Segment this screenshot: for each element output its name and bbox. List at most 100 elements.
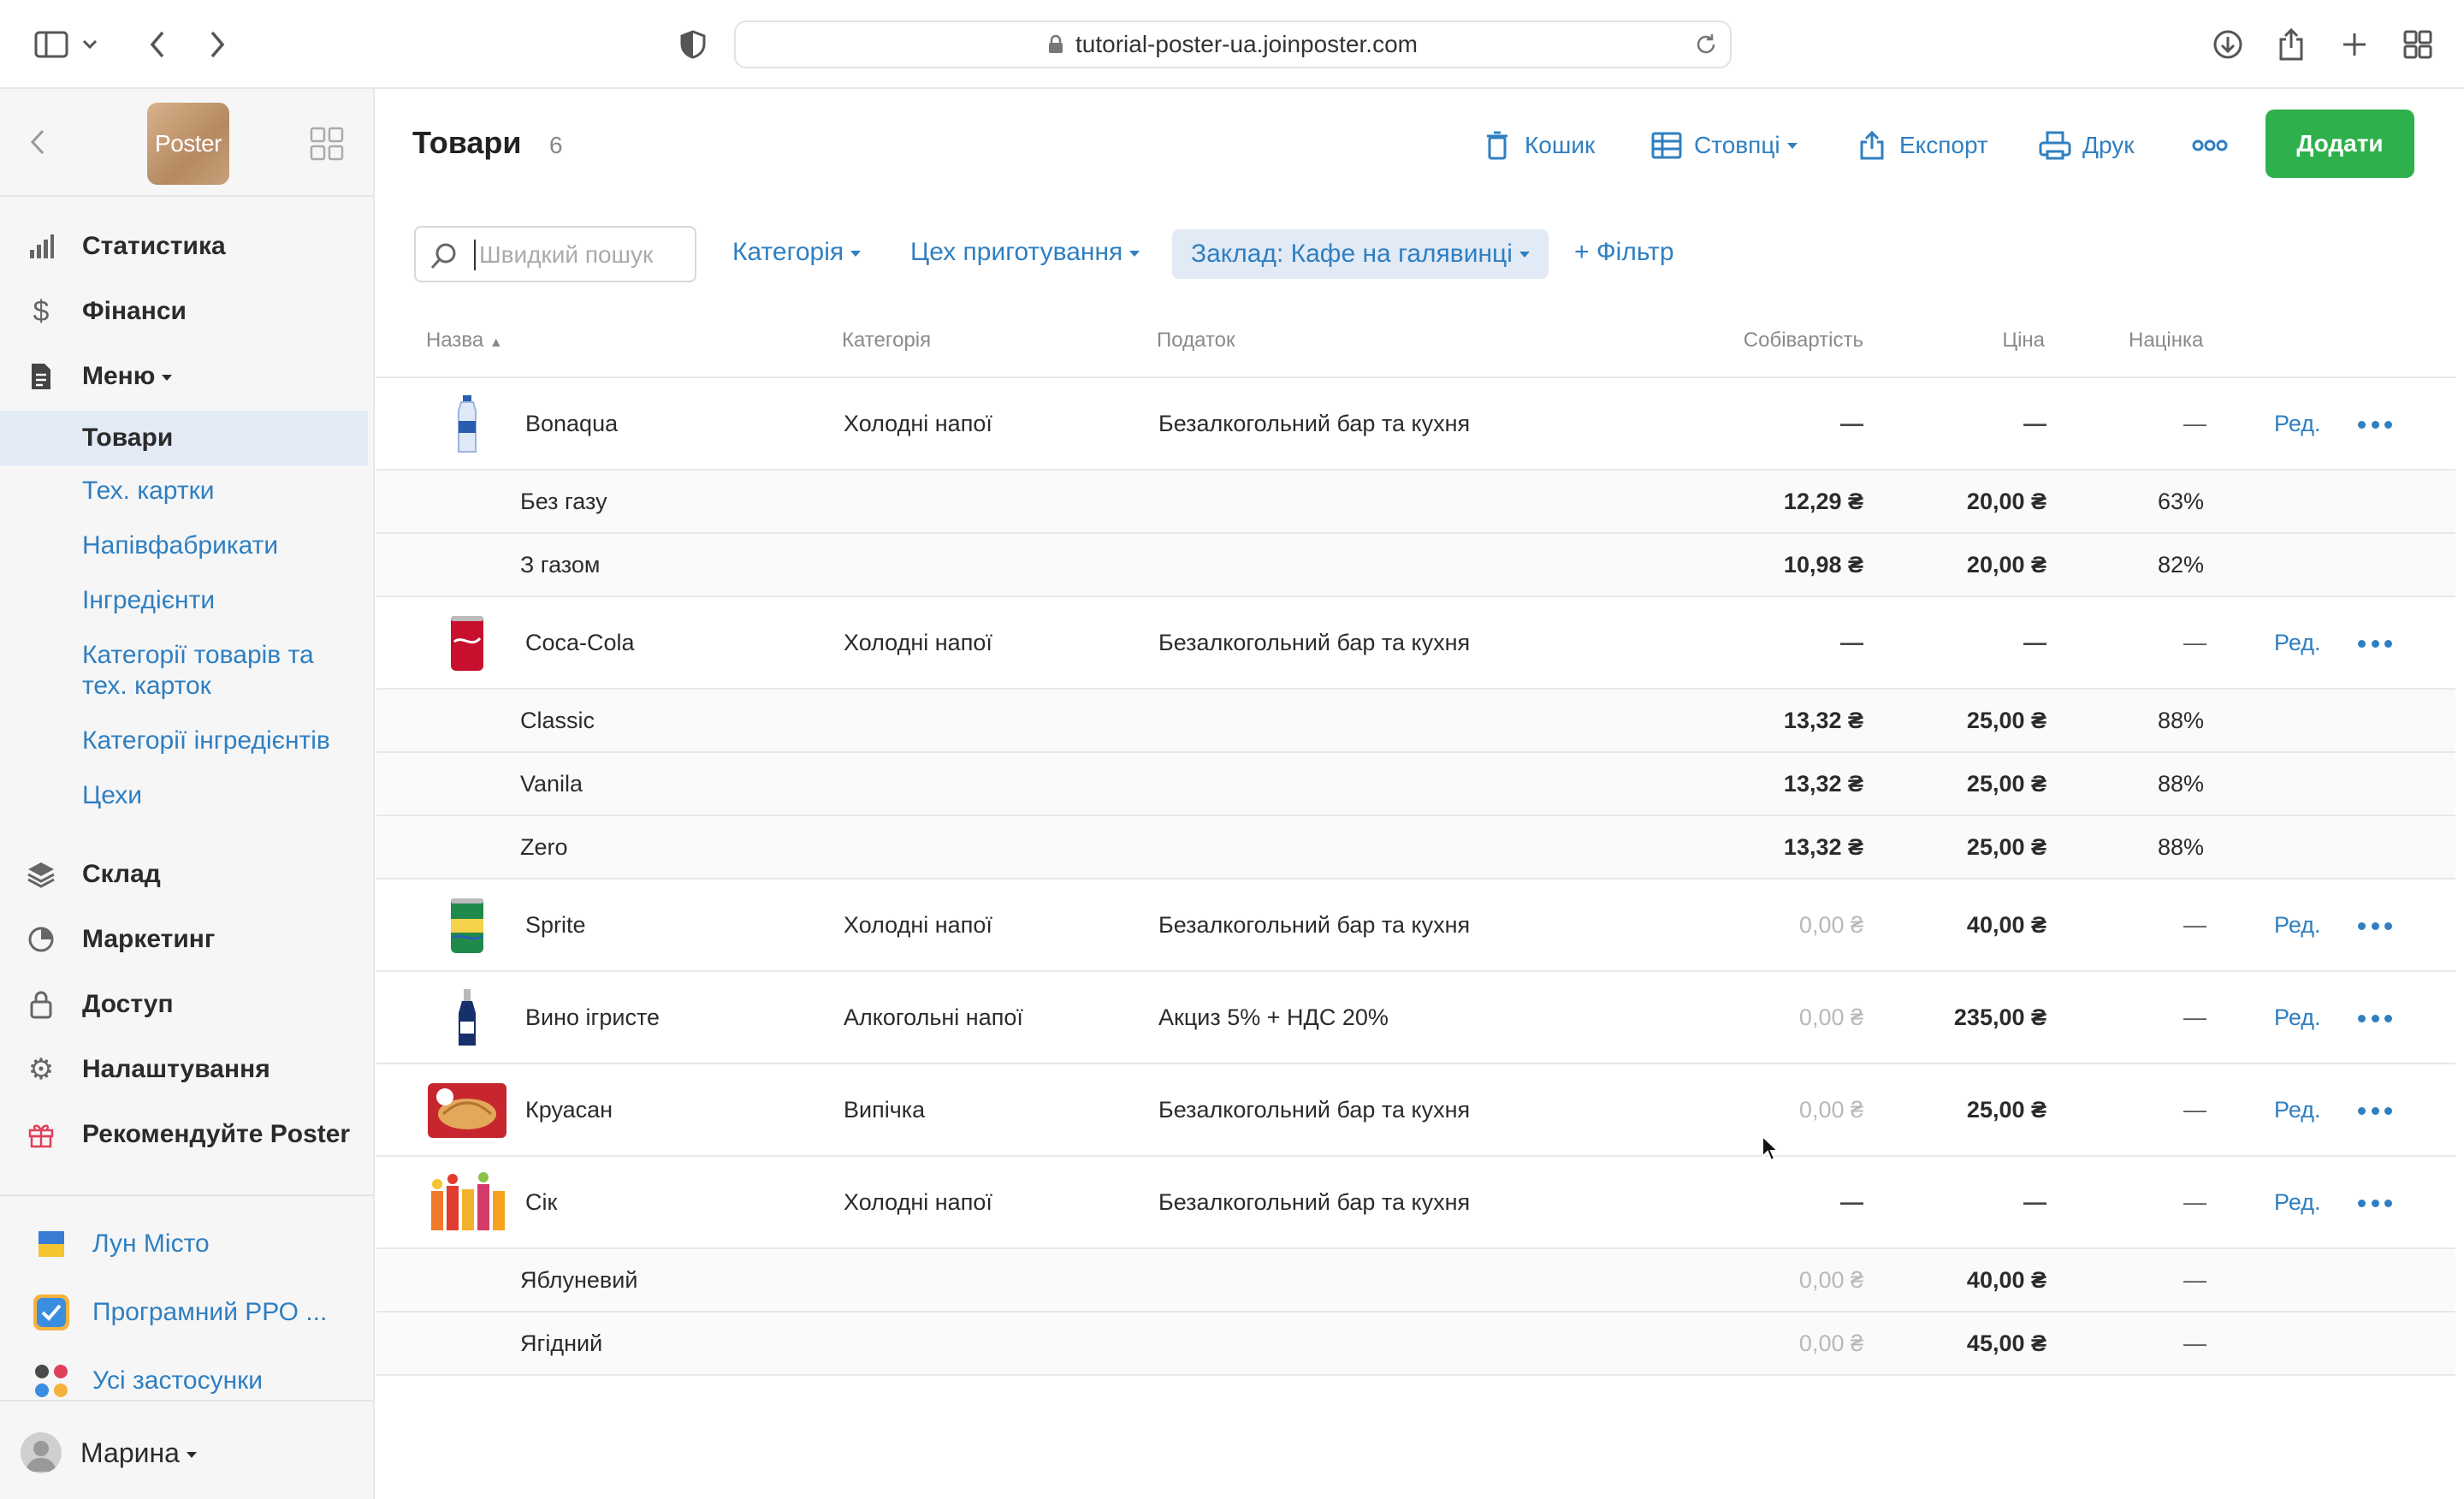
product-name[interactable]: Sprite — [525, 912, 586, 939]
row-more-icon[interactable] — [2358, 1010, 2392, 1027]
more-options-icon[interactable] — [2189, 128, 2231, 163]
cost-value: 0,00 ₴ — [1798, 912, 1863, 938]
markup-value: 88% — [2158, 771, 2205, 797]
downloads-icon[interactable] — [2206, 22, 2250, 67]
sidebar-item-label: Фінанси — [82, 297, 187, 325]
variant-row[interactable]: Яблуневий 0,00 ₴ 40,00 ₴ — — [376, 1249, 2455, 1312]
variant-row[interactable]: Ягідний 0,00 ₴ 45,00 ₴ — — [376, 1312, 2455, 1376]
sidebar-toggle-icon[interactable] — [29, 22, 74, 67]
markup-value: 63% — [2158, 489, 2205, 514]
workshop-filter[interactable]: Цех приготування — [910, 238, 1140, 267]
product-row[interactable]: Coca-Cola Холодні напої Безалкогольний бар… — [376, 597, 2455, 690]
app-item-all-apps[interactable]: Усі застосунки — [0, 1355, 373, 1407]
user-menu[interactable]: Марина — [0, 1400, 373, 1499]
app-item-rro[interactable]: Програмний РРО ... — [0, 1287, 373, 1338]
sidebar-item-marketing[interactable]: Маркетинг — [0, 914, 373, 965]
sidebar-subitem-ingredient-categories[interactable]: Категорії інгредієнтів — [0, 726, 368, 756]
column-header-cost[interactable]: Собівартість — [1685, 329, 1863, 353]
reload-icon[interactable] — [1694, 33, 1718, 62]
variant-name: Vanila — [520, 771, 583, 797]
row-more-icon[interactable] — [2358, 917, 2392, 934]
add-product-button[interactable]: Додати — [2266, 110, 2414, 178]
sidebar-subitem-tech-cards[interactable]: Тех. картки — [0, 476, 368, 507]
edit-link[interactable]: Ред. — [2274, 912, 2321, 939]
print-button[interactable]: Друк — [2038, 127, 2134, 164]
collapse-sidebar-icon[interactable] — [21, 125, 55, 159]
product-name[interactable]: Coca-Cola — [525, 630, 635, 656]
tab-overview-icon[interactable] — [2396, 22, 2440, 67]
poster-logo[interactable]: Poster — [147, 103, 229, 185]
category-filter[interactable]: Категорія — [732, 238, 862, 267]
search-input[interactable] — [474, 240, 679, 270]
chevron-down-icon — [1786, 142, 1798, 149]
chevron-down-icon — [162, 374, 173, 381]
column-header-category[interactable]: Категорія — [842, 329, 931, 353]
gift-icon — [26, 1119, 56, 1150]
venue-filter[interactable]: Заклад: Кафе на галявинці — [1172, 229, 1549, 279]
edit-link[interactable]: Ред. — [2274, 1189, 2321, 1216]
sidebar-item-access[interactable]: Доступ — [0, 979, 373, 1030]
product-row[interactable]: Sprite Холодні напої Безалкогольний бар та… — [376, 880, 2455, 972]
edit-link[interactable]: Ред. — [2274, 630, 2321, 656]
product-row[interactable]: Сік Холодні напої Безалкогольний бар та ку… — [376, 1157, 2455, 1249]
product-name[interactable]: Вино ігристе — [525, 1004, 660, 1031]
privacy-shield-icon[interactable] — [671, 22, 715, 67]
variant-row[interactable]: Zero 13,32 ₴ 25,00 ₴ 88% — [376, 816, 2455, 880]
column-header-price[interactable]: Ціна — [1899, 329, 2045, 353]
apps-grid-icon[interactable] — [310, 127, 344, 161]
sidebar-item-menu[interactable]: Меню — [0, 351, 373, 402]
product-name[interactable]: Круасан — [525, 1097, 613, 1123]
row-more-icon[interactable] — [2358, 416, 2392, 433]
new-tab-icon[interactable] — [2332, 22, 2377, 67]
columns-button[interactable]: Стовпці — [1650, 127, 1798, 164]
export-button[interactable]: Експорт — [1855, 127, 1988, 164]
share-icon[interactable] — [2269, 22, 2313, 67]
variant-row[interactable]: Vanila 13,32 ₴ 25,00 ₴ 88% — [376, 753, 2455, 816]
row-more-icon[interactable] — [2358, 1194, 2392, 1212]
product-row[interactable]: Вино ігристе Алкогольні напої Акциз 5% + Н… — [376, 972, 2455, 1064]
logo-text: Poster — [155, 130, 222, 157]
product-row[interactable]: Bonaqua Холодні напої Безалкогольний бар т… — [376, 378, 2455, 471]
sidebar-item-warehouse[interactable]: Склад — [0, 849, 373, 900]
sidebar-item-statistics[interactable]: Статистика — [0, 221, 373, 272]
address-bar[interactable]: tutorial-poster-ua.joinposter.com — [734, 21, 1732, 68]
price-value: 235,00 ₴ — [1953, 1004, 2046, 1030]
markup-value: — — [2183, 1267, 2206, 1293]
row-more-icon[interactable] — [2358, 635, 2392, 652]
forward-icon[interactable] — [195, 22, 240, 67]
variant-name: Без газу — [520, 489, 607, 514]
app-item-lun-misto[interactable]: Лун Місто — [0, 1218, 373, 1270]
trash-button[interactable]: Кошик — [1480, 127, 1595, 164]
add-filter-button[interactable]: + Фільтр — [1574, 238, 1674, 267]
column-header-name[interactable]: Назва ▲ — [426, 329, 503, 353]
variant-row[interactable]: Без газу 12,29 ₴ 20,00 ₴ 63% — [376, 471, 2455, 534]
product-name[interactable]: Bonaqua — [525, 411, 618, 437]
column-header-tax[interactable]: Податок — [1157, 329, 1235, 353]
product-name[interactable]: Сік — [525, 1189, 557, 1216]
sidebar-subitem-workshops[interactable]: Цехи — [0, 780, 368, 811]
row-more-icon[interactable] — [2358, 1102, 2392, 1119]
product-row[interactable]: Круасан Випічка Безалкогольний бар та кухн… — [376, 1064, 2455, 1157]
edit-link[interactable]: Ред. — [2274, 411, 2321, 437]
sidebar-subitem-products[interactable]: Товари — [0, 411, 368, 465]
sidebar-subitem-ingredients[interactable]: Інгредієнти — [0, 585, 368, 616]
variant-row[interactable]: Classic 13,32 ₴ 25,00 ₴ 88% — [376, 690, 2455, 753]
sidebar-item-recommend[interactable]: Рекомендуйте Poster — [0, 1109, 373, 1160]
edit-link[interactable]: Ред. — [2274, 1097, 2321, 1123]
table-columns-icon — [1650, 128, 1684, 163]
variant-row[interactable]: З газом 10,98 ₴ 20,00 ₴ 82% — [376, 534, 2455, 597]
back-icon[interactable] — [135, 22, 180, 67]
sidebar-subitem-product-categories[interactable]: Категорії товарів та тех. карток — [0, 640, 359, 702]
cost-value: 13,32 ₴ — [1783, 771, 1863, 797]
sidebar-subitem-semi-finished[interactable]: Напівфабрикати — [0, 530, 368, 561]
markup-value: 88% — [2158, 834, 2205, 860]
sidebar-item-settings[interactable]: ⚙ Налаштування — [0, 1044, 373, 1095]
cost-value: 0,00 ₴ — [1798, 1004, 1863, 1030]
edit-link[interactable]: Ред. — [2274, 1004, 2321, 1031]
chevron-down-icon[interactable] — [77, 22, 103, 67]
column-header-markup[interactable]: Націнка — [2129, 329, 2203, 353]
main-content: Товари 6 Кошик Стовпці Експорт Друк Дода… — [376, 89, 2464, 1499]
quick-search[interactable] — [414, 226, 696, 282]
product-category: Випічка — [844, 1097, 926, 1123]
sidebar-item-finance[interactable]: $ Фінанси — [0, 286, 373, 337]
